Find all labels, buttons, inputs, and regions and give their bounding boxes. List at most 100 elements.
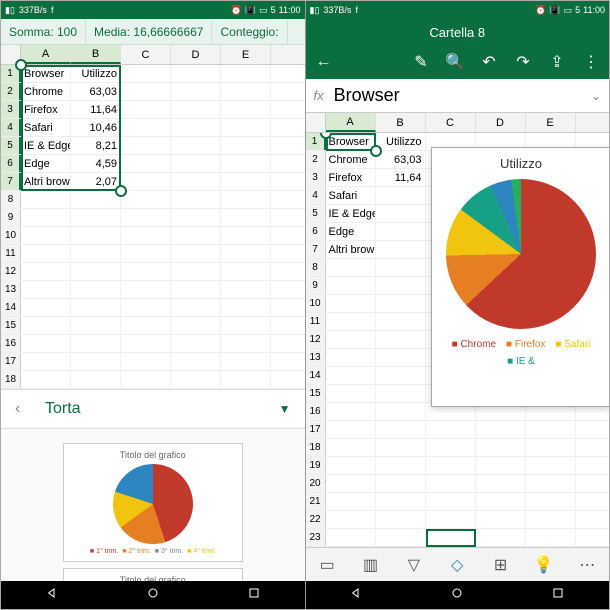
row-header[interactable]: 11	[306, 313, 326, 330]
cell[interactable]: Edge	[326, 223, 376, 240]
table-row[interactable]: 4 Safari 10,46	[1, 119, 305, 137]
row-header[interactable]: 4	[306, 187, 326, 204]
cell[interactable]	[376, 439, 426, 456]
cell[interactable]	[71, 335, 121, 352]
share-icon[interactable]: ⇪	[545, 50, 569, 74]
search-icon[interactable]: 🔍	[443, 50, 467, 74]
cell[interactable]	[376, 205, 426, 222]
cell[interactable]: 10,46	[71, 119, 121, 136]
cell[interactable]	[221, 245, 271, 262]
table-row[interactable]: 19	[306, 457, 610, 475]
nav-recent[interactable]	[550, 585, 566, 606]
cell[interactable]	[376, 349, 426, 366]
cell[interactable]	[121, 83, 171, 100]
chevron-left-icon[interactable]: ‹	[15, 400, 35, 418]
cell[interactable]	[71, 209, 121, 226]
col-E[interactable]: E	[221, 45, 271, 64]
cell[interactable]	[426, 493, 476, 510]
nav-home[interactable]	[449, 585, 465, 606]
summary-avg[interactable]: Media: 16,66666667	[86, 19, 212, 44]
cell[interactable]	[426, 457, 476, 474]
cell[interactable]	[171, 335, 221, 352]
col-D[interactable]: D	[476, 113, 526, 132]
cell[interactable]	[221, 191, 271, 208]
col-D[interactable]: D	[171, 45, 221, 64]
col-A[interactable]: A	[21, 45, 71, 64]
cell[interactable]: 8,21	[71, 137, 121, 154]
cell[interactable]: 11,64	[71, 101, 121, 118]
chevron-down-icon[interactable]: ▼	[279, 402, 291, 416]
cell[interactable]	[326, 475, 376, 492]
row-header[interactable]: 18	[306, 439, 326, 456]
cell[interactable]: Utilizzo	[376, 133, 426, 150]
cell[interactable]	[21, 371, 71, 388]
row-header[interactable]: 7	[1, 173, 21, 190]
table-row[interactable]: 11	[1, 245, 305, 263]
cell[interactable]	[326, 439, 376, 456]
row-header[interactable]: 9	[1, 209, 21, 226]
cell[interactable]	[171, 371, 221, 388]
cell[interactable]	[221, 119, 271, 136]
cell[interactable]	[171, 245, 221, 262]
row-header[interactable]: 18	[1, 371, 21, 388]
summary-sum[interactable]: Somma: 100	[1, 19, 86, 44]
cell[interactable]	[221, 371, 271, 388]
cell[interactable]	[71, 299, 121, 316]
cell[interactable]: 2,07	[71, 173, 121, 190]
row-header[interactable]: 16	[1, 335, 21, 352]
active-cell-c23[interactable]	[426, 529, 476, 547]
cell[interactable]	[221, 227, 271, 244]
table-row[interactable]: 9	[1, 209, 305, 227]
table-icon[interactable]: ⊞	[488, 552, 514, 578]
cell[interactable]: Chrome	[326, 151, 376, 168]
cell[interactable]	[171, 353, 221, 370]
cell[interactable]	[476, 529, 526, 546]
row-header[interactable]: 5	[306, 205, 326, 222]
cell[interactable]	[326, 295, 376, 312]
row-header[interactable]: 3	[1, 101, 21, 118]
cell[interactable]	[121, 335, 171, 352]
cell[interactable]: IE & Edge	[21, 137, 71, 154]
row-header[interactable]: 8	[306, 259, 326, 276]
cell[interactable]	[376, 223, 426, 240]
row-header[interactable]: 13	[306, 349, 326, 366]
grid-area[interactable]: 1 Browser Utilizzo 2 Chrome 63,03 3 Fire…	[1, 65, 305, 389]
row-header[interactable]: 19	[306, 457, 326, 474]
row-header[interactable]: 14	[1, 299, 21, 316]
sheets-icon[interactable]: ▥	[358, 552, 384, 578]
cell[interactable]	[376, 457, 426, 474]
cell[interactable]	[526, 493, 576, 510]
selection-handle-tl[interactable]	[15, 59, 27, 71]
cell[interactable]	[326, 493, 376, 510]
cell[interactable]	[71, 245, 121, 262]
cell[interactable]	[71, 227, 121, 244]
row-header[interactable]: 13	[1, 281, 21, 298]
row-header[interactable]: 8	[1, 191, 21, 208]
row-header[interactable]: 15	[1, 317, 21, 334]
cell[interactable]	[376, 511, 426, 528]
cell[interactable]	[171, 155, 221, 172]
cell[interactable]	[376, 385, 426, 402]
cell[interactable]	[376, 475, 426, 492]
row-header[interactable]: 12	[306, 331, 326, 348]
cell[interactable]	[171, 191, 221, 208]
cell[interactable]	[121, 317, 171, 334]
selection-handle-br[interactable]	[370, 145, 382, 157]
table-row[interactable]: 21	[306, 493, 610, 511]
cell[interactable]	[21, 317, 71, 334]
cell[interactable]	[426, 421, 476, 438]
cell[interactable]	[171, 227, 221, 244]
cell[interactable]	[376, 493, 426, 510]
more-icon[interactable]: ⋯	[574, 552, 600, 578]
cell[interactable]	[426, 439, 476, 456]
cell[interactable]: Browser	[326, 133, 376, 150]
cell[interactable]	[526, 511, 576, 528]
row-header[interactable]: 17	[306, 421, 326, 438]
cell[interactable]	[71, 317, 121, 334]
cell[interactable]	[221, 281, 271, 298]
cell[interactable]	[376, 331, 426, 348]
cell[interactable]	[221, 335, 271, 352]
menu-icon[interactable]: ⋮	[579, 50, 603, 74]
cell[interactable]	[21, 209, 71, 226]
cell[interactable]	[71, 281, 121, 298]
